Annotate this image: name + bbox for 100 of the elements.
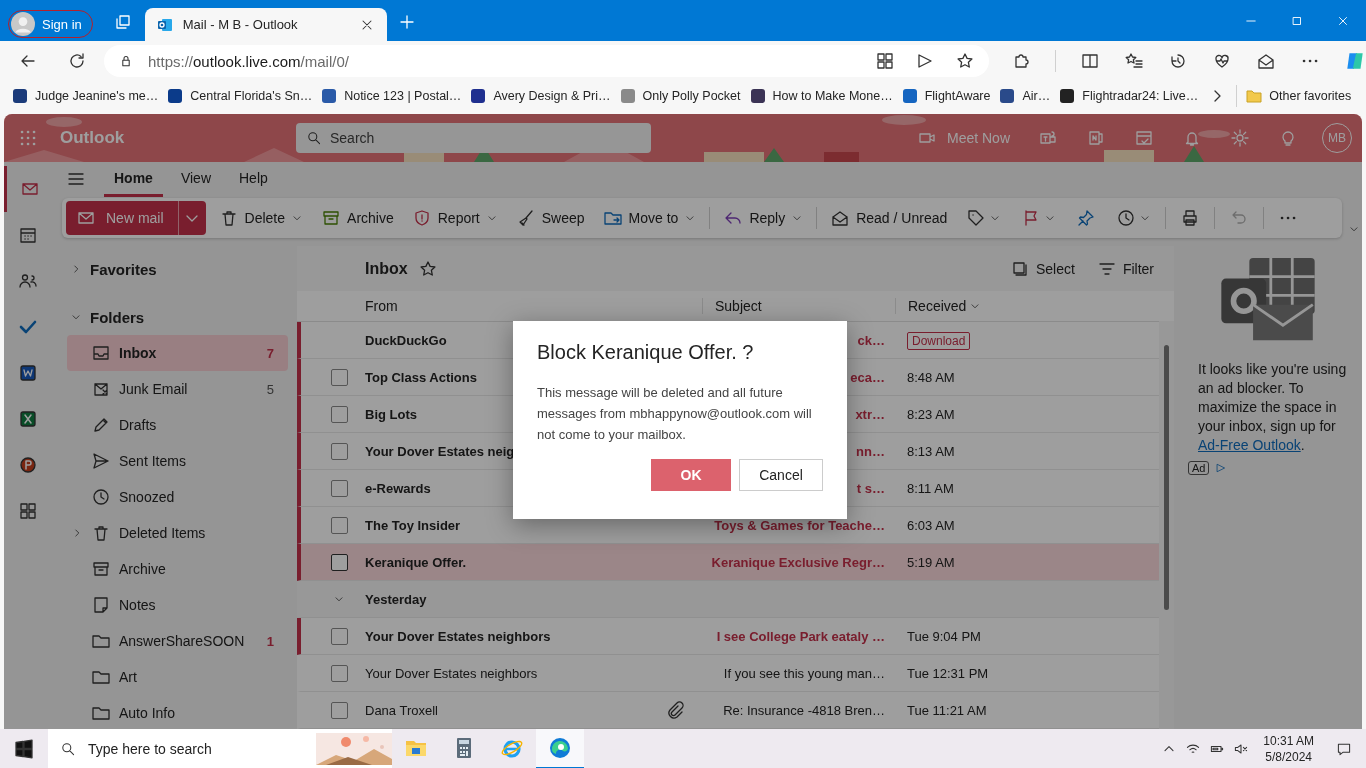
checkbox[interactable] — [330, 701, 348, 719]
bookmark[interactable]: Central Florida's Sn… — [167, 87, 313, 104]
clock-icon — [91, 487, 111, 507]
favorites-icon[interactable] — [1124, 51, 1144, 71]
address-bar[interactable]: https://outlook.live.com/mail/0/ — [104, 45, 989, 77]
spreadsheet-app-icon[interactable] — [18, 409, 38, 429]
sender-name: DuckDuckGo — [365, 332, 447, 348]
bookmark[interactable]: Notice 123 | Postal… — [321, 87, 462, 104]
sender-name: The Toy Insider — [365, 517, 461, 533]
note-icon — [91, 595, 111, 615]
group-header[interactable]: Yesterday — [297, 581, 1159, 618]
column-header[interactable]: Received — [896, 298, 982, 314]
sender-name: e-Rewards — [365, 480, 431, 496]
settings-icon[interactable] — [1230, 128, 1250, 148]
adchoices-icon[interactable] — [1215, 462, 1228, 474]
folder-item[interactable]: AnswerShareSOON 1 — [67, 623, 288, 659]
report-button[interactable]: Report — [406, 202, 503, 234]
new-mail-button[interactable]: New mail — [66, 201, 178, 235]
presentation-app-icon[interactable] — [18, 455, 38, 475]
notebook-icon[interactable] — [1086, 128, 1106, 148]
folder-item[interactable]: Junk Email 5 — [67, 371, 288, 407]
document-app-icon[interactable] — [18, 363, 38, 383]
ribbon-tab[interactable]: Help — [229, 161, 278, 197]
dropdown-button[interactable] — [177, 201, 206, 235]
app-add-icon[interactable] — [875, 51, 895, 71]
message-row[interactable]: Your Dover Estates neighbors If you see this young man… Tue 12:31 PM — [297, 655, 1159, 692]
site-icon — [999, 87, 1016, 104]
dialog-title: Block Keranique Offer. ? — [537, 341, 755, 364]
star-icon[interactable] — [955, 51, 975, 71]
ribbon-tab[interactable]: View — [170, 161, 221, 197]
paperclip-icon — [665, 700, 685, 720]
move-to-button[interactable]: Move to — [597, 202, 702, 234]
apps-icon[interactable] — [18, 501, 38, 521]
checkbox[interactable] — [330, 368, 348, 386]
calendar-check-icon[interactable] — [1134, 128, 1154, 148]
history-icon[interactable] — [1168, 51, 1188, 71]
folder-item[interactable]: Inbox 7 — [67, 335, 288, 371]
site-icon — [619, 87, 636, 104]
folder-item[interactable]: Sent Items — [67, 443, 288, 479]
checkbox[interactable] — [330, 442, 348, 460]
bookmark[interactable]: Only Polly Pocket — [619, 87, 741, 104]
message-row[interactable]: Keranique Offer. Keranique Exclusive Regr… 5:19 AM — [297, 544, 1159, 581]
notification-icon[interactable] — [1336, 741, 1352, 757]
calendar-icon[interactable] — [18, 225, 38, 245]
copilot-icon[interactable] — [1344, 50, 1366, 72]
app-launcher-icon[interactable] — [18, 128, 38, 148]
folder-item[interactable]: Deleted Items — [67, 515, 288, 551]
browser-tab[interactable]: Mail - M B - Outlook — [144, 8, 387, 41]
filter-button[interactable]: Filter — [1096, 258, 1154, 279]
folder-item[interactable]: Notes — [67, 587, 288, 623]
folder-item[interactable]: Snoozed — [67, 479, 288, 515]
subject-text: nn… — [856, 443, 885, 459]
read-unread-button[interactable]: Read / Unread — [825, 202, 953, 234]
windows-start-icon[interactable] — [14, 739, 34, 759]
subject-text: Keranique Exclusive Regr… — [711, 554, 885, 570]
search-field[interactable]: Search — [296, 123, 651, 153]
column-header[interactable]: From — [297, 298, 703, 314]
archive-button[interactable]: Archive — [316, 202, 399, 234]
folder-item[interactable]: Archive — [67, 551, 288, 587]
folder-section[interactable]: Folders — [52, 299, 288, 335]
clock[interactable]: 10:31 AM 5/8/2024 — [1263, 733, 1314, 765]
folder-title: Inbox — [365, 259, 408, 278]
received-time: 8:23 AM — [907, 406, 955, 422]
send-icon — [91, 451, 111, 471]
sweep-button[interactable]: Sweep — [510, 202, 590, 234]
select-button[interactable]: Select — [1009, 258, 1075, 279]
subject-text: eca… — [850, 369, 885, 385]
site-icon — [167, 87, 184, 104]
bookmark[interactable]: Air… — [999, 87, 1051, 104]
checkbox[interactable] — [330, 405, 348, 423]
checkbox[interactable] — [330, 627, 348, 645]
checkbox[interactable] — [330, 479, 348, 497]
ok-button[interactable]: OK — [651, 459, 731, 491]
checkbox[interactable] — [330, 553, 348, 571]
delete-button[interactable]: Delete — [213, 202, 309, 234]
reply-button[interactable]: Reply — [718, 202, 809, 234]
folder-item[interactable]: Drafts — [67, 407, 288, 443]
scrollbar[interactable] — [1159, 321, 1174, 729]
bookmark-folder[interactable]: Other favorites — [1246, 87, 1352, 104]
bookmark[interactable]: Judge Jeanine's me… — [12, 87, 159, 104]
folder-section[interactable]: Favorites — [52, 251, 288, 287]
folder-item[interactable]: Art — [67, 659, 288, 695]
bookmark[interactable]: Flightradar24: Live… — [1059, 87, 1199, 104]
split-screen-icon[interactable] — [1080, 51, 1100, 71]
folder-item[interactable]: Auto Info — [67, 695, 288, 729]
checkbox[interactable] — [330, 516, 348, 534]
bookmark[interactable]: Avery Design & Pri… — [470, 87, 611, 104]
bookmark[interactable]: How to Make Mone… — [749, 87, 893, 104]
site-icon — [12, 87, 28, 104]
clock-icon[interactable] — [1116, 208, 1137, 228]
taskbar-search-field[interactable]: Type here to search — [48, 729, 392, 768]
url-text: https://outlook.live.com/mail/0/ — [148, 52, 349, 70]
checkbox[interactable] — [330, 664, 348, 682]
ad-free-link[interactable]: Ad-Free Outlook — [1198, 437, 1301, 453]
download-tag[interactable]: Download — [907, 331, 971, 350]
subject-text: I see College Park eataly … — [716, 628, 885, 644]
column-header[interactable]: Subject — [703, 298, 896, 314]
cancel-button[interactable]: Cancel — [739, 459, 823, 491]
bookmark[interactable]: FlightAware — [901, 87, 991, 104]
edge-browser-icon[interactable] — [548, 736, 572, 760]
